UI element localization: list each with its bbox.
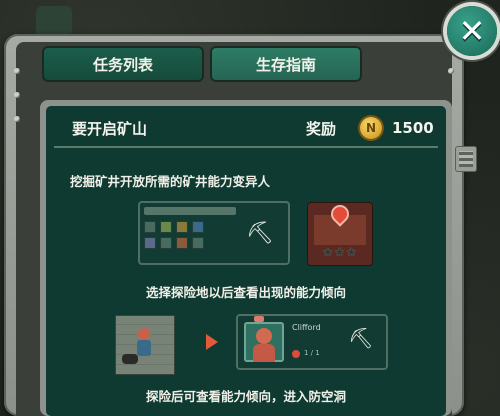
reward-label: 奖励 [306,119,337,138]
dweller-name: Clifford [292,323,321,332]
rivet-icon [14,116,20,122]
pickaxe-icon: ⛏ [348,326,374,350]
guide-step-3: 探险后可查看能力倾向，进入防空洞 [145,389,346,404]
tab-label: 任务列表 [92,55,153,74]
badge-icon [254,316,264,322]
tab-label: 生存指南 [255,55,316,74]
card-header-bar [144,207,236,215]
rivet-icon [14,68,20,74]
rivet-icon [14,92,20,98]
dweller-level: 1 / 1 [304,349,320,357]
mine-abilities-card: ⛏ [138,201,290,265]
tab-task-list[interactable]: 任务列表 [42,46,204,82]
health-icon [292,350,300,358]
ability-slot [192,221,204,233]
reward-value: 1500 [392,119,434,137]
ability-slot [192,237,204,249]
arrow-right-icon [206,334,218,350]
mission-header: 要开启矿山 奖励 N 1500 [54,110,438,148]
ability-slot [160,221,172,233]
rivet-icon [448,68,454,74]
map-stars: ★★★ [322,245,358,259]
dweller-portrait [244,322,284,362]
expedition-map-card: ★★★ [308,203,372,265]
close-icon: ✕ [458,12,486,50]
guide-step-1: 挖掘矿井开放所需的矿井能力变异人 [70,174,271,189]
coin-icon: N [360,117,382,139]
ability-slot [176,237,188,249]
dweller-profile-card: Clifford 1 / 1 ⛏ [236,314,388,370]
dweller-figure [134,328,154,358]
pickaxe-icon: ⛏ [246,221,274,246]
tab-survival-guide[interactable]: 生存指南 [210,46,362,82]
mission-title: 要开启矿山 [72,119,148,138]
background-tab [36,6,72,36]
guide-step-2: 选择探险地以后查看出现的能力倾向 [145,285,346,300]
panel-hinge [455,146,477,172]
ability-slot [144,221,156,233]
mission-panel-inner: 要开启矿山 奖励 N 1500 挖掘矿井开放所需的矿井能力变异人 ⛏ ★★★ 选… [46,106,446,416]
close-button[interactable]: ✕ [447,6,497,56]
expedition-scene [116,316,174,374]
mission-panel: 要开启矿山 奖励 N 1500 挖掘矿井开放所需的矿井能力变异人 ⛏ ★★★ 选… [40,100,452,416]
ability-slot [176,221,188,233]
ability-slot [160,237,172,249]
dog-figure [122,354,138,364]
ability-slot [144,237,156,249]
